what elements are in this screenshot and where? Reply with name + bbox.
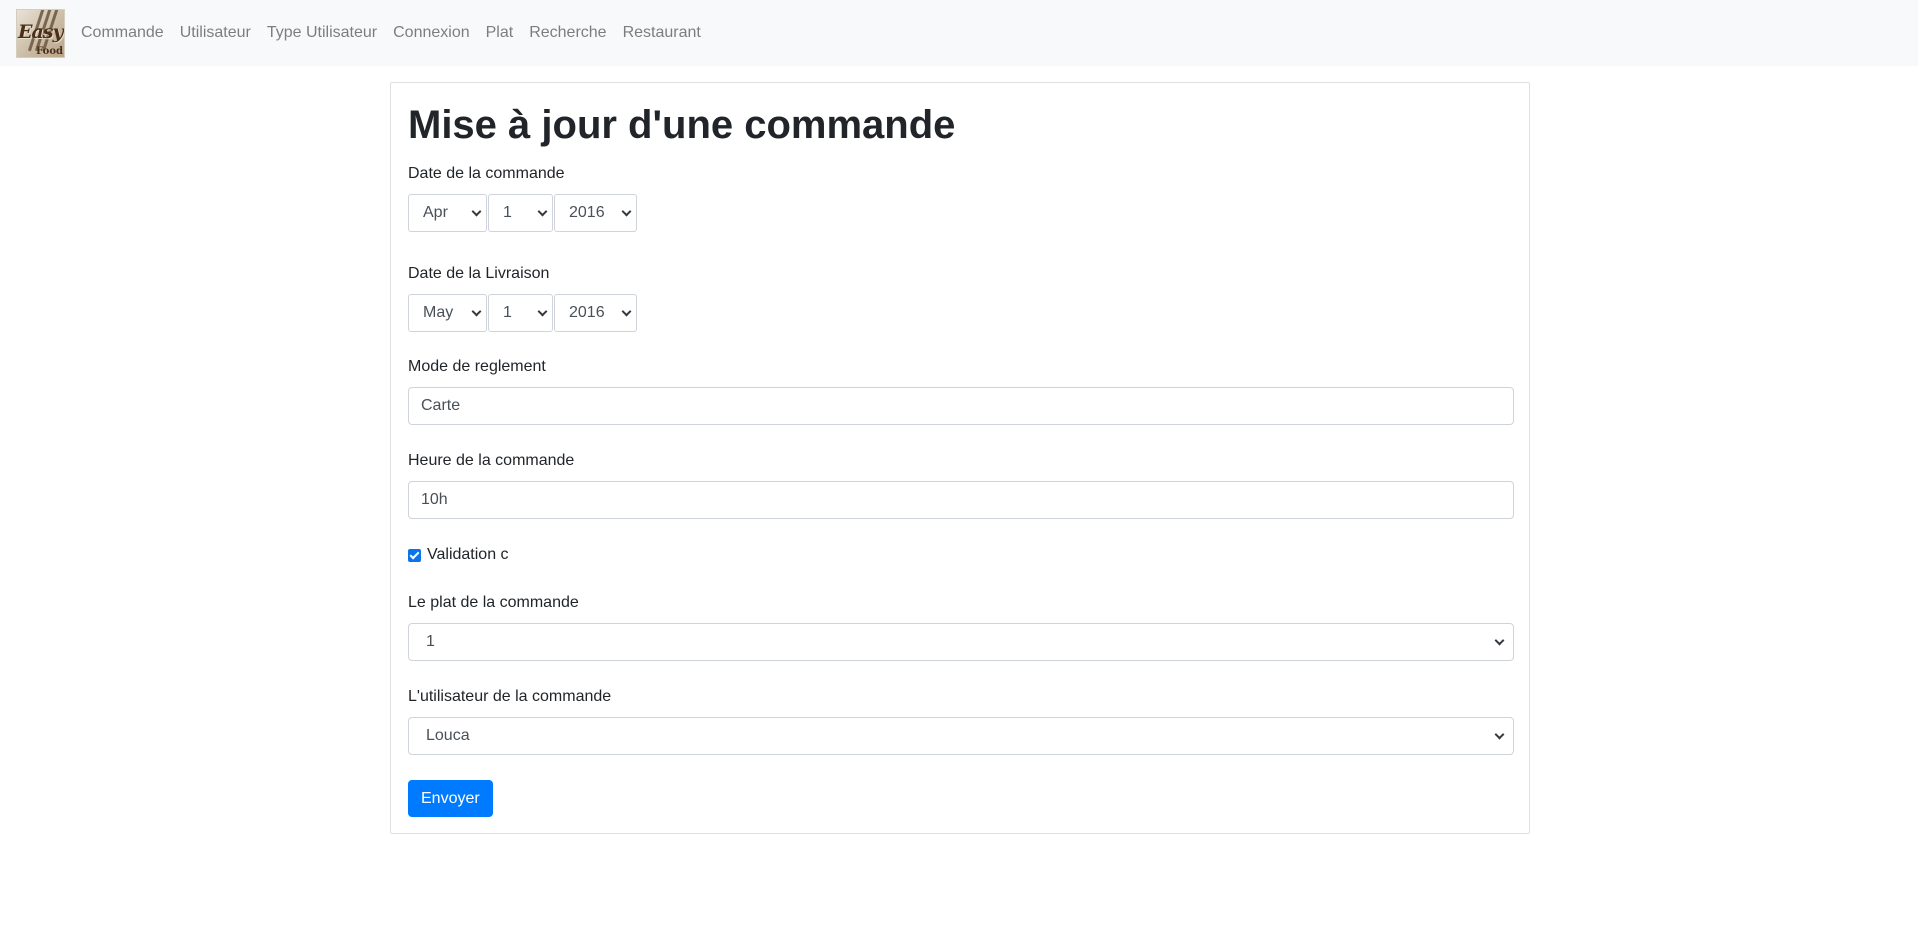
- nav-item-restaurant[interactable]: Restaurant: [615, 16, 709, 50]
- user-select[interactable]: Louca: [408, 717, 1514, 755]
- logo-text-bottom: Food: [36, 45, 63, 57]
- delivery-date-year-select[interactable]: 2016: [554, 294, 637, 332]
- dish-select[interactable]: 1: [408, 623, 1514, 661]
- delivery-date-selects: May 1 2016: [408, 294, 637, 332]
- order-date-year-value: 2016: [569, 204, 605, 221]
- navbar: Easy Food Commande Utilisateur Type Util…: [0, 0, 1918, 66]
- order-date-label: Date de la commande: [408, 165, 565, 182]
- chevron-down-icon: [471, 306, 482, 316]
- validation-row: Validation c: [408, 546, 509, 564]
- nav-item-plat[interactable]: Plat: [478, 16, 522, 50]
- order-date-selects: Apr 1 2016: [408, 194, 637, 232]
- page-title: Mise à jour d'une commande: [408, 103, 956, 147]
- nav-item-commande[interactable]: Commande: [73, 16, 172, 50]
- chevron-down-icon: [471, 206, 482, 216]
- form-card: Mise à jour d'une commande Date de la co…: [390, 82, 1530, 834]
- order-date-month-value: Apr: [423, 204, 448, 221]
- chevron-down-icon: [537, 206, 548, 216]
- validation-checkbox[interactable]: [408, 548, 421, 562]
- nav-links: Commande Utilisateur Type Utilisateur Co…: [73, 16, 709, 50]
- delivery-date-day-select[interactable]: 1: [488, 294, 553, 332]
- delivery-date-label: Date de la Livraison: [408, 265, 550, 282]
- chevron-down-icon: [1494, 729, 1505, 739]
- delivery-date-year-value: 2016: [569, 304, 605, 321]
- order-date-year-select[interactable]: 2016: [554, 194, 637, 232]
- chevron-down-icon: [621, 306, 632, 316]
- payment-mode-input[interactable]: [408, 387, 1514, 425]
- nav-item-connexion[interactable]: Connexion: [385, 16, 478, 50]
- validation-label: Validation c: [427, 546, 509, 563]
- delivery-date-month-value: May: [423, 304, 454, 321]
- dish-label: Le plat de la commande: [408, 594, 579, 611]
- chevron-down-icon: [537, 306, 548, 316]
- user-label: L'utilisateur de la commande: [408, 688, 612, 705]
- order-time-input[interactable]: [408, 481, 1514, 519]
- order-date-month-select[interactable]: Apr: [408, 194, 487, 232]
- nav-item-utilisateur[interactable]: Utilisateur: [172, 16, 259, 50]
- submit-button[interactable]: Envoyer: [408, 780, 493, 817]
- delivery-date-month-select[interactable]: May: [408, 294, 487, 332]
- nav-item-recherche[interactable]: Recherche: [521, 16, 614, 50]
- user-select-value: Louca: [426, 727, 470, 744]
- order-date-day-value: 1: [503, 204, 512, 221]
- brand-logo[interactable]: Easy Food: [16, 8, 65, 58]
- nav-item-type-utilisateur[interactable]: Type Utilisateur: [259, 16, 385, 50]
- logo-text-top: Easy: [18, 20, 64, 43]
- chevron-down-icon: [621, 206, 632, 216]
- order-time-label: Heure de la commande: [408, 452, 575, 469]
- dish-select-value: 1: [426, 633, 435, 650]
- chevron-down-icon: [1494, 635, 1505, 645]
- order-date-day-select[interactable]: 1: [488, 194, 553, 232]
- payment-mode-label: Mode de reglement: [408, 358, 546, 375]
- delivery-date-day-value: 1: [503, 304, 512, 321]
